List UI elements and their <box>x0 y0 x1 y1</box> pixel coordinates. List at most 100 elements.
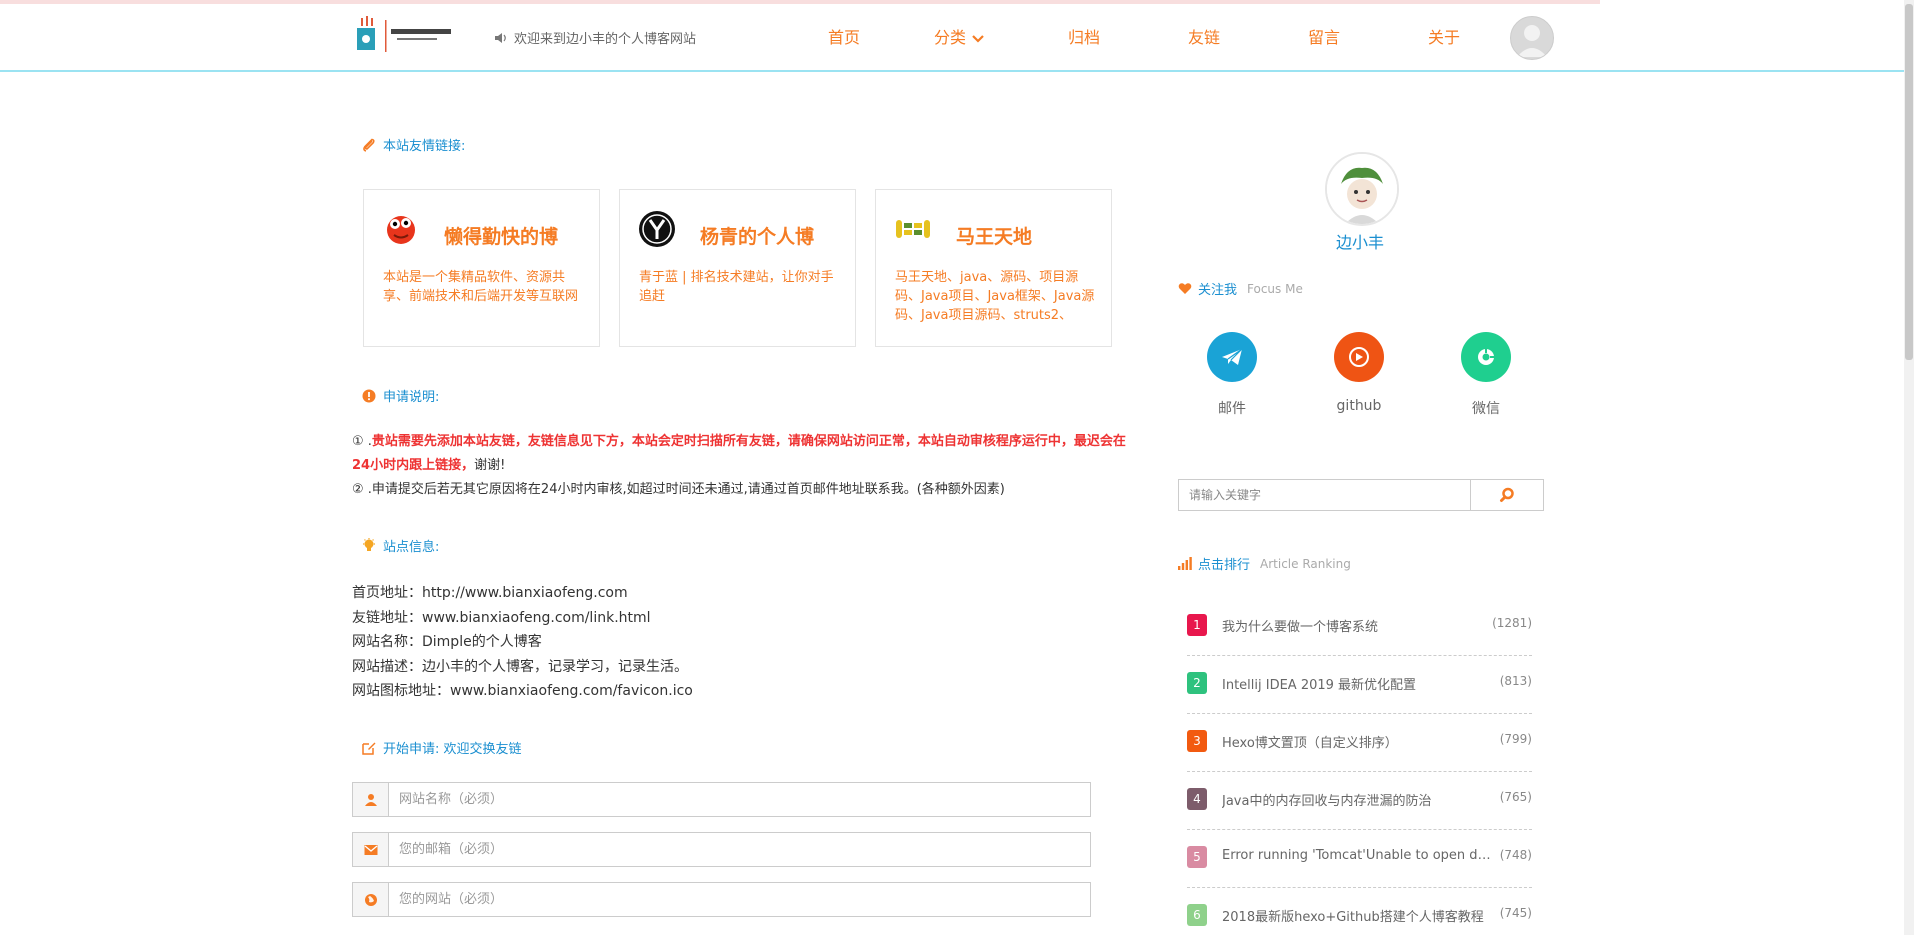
chevron-down-icon <box>972 34 984 43</box>
site-info-line: 网站名称：Dimple的个人博客 <box>352 634 542 650</box>
ranking-item[interactable]: 2 Intellij IDEA 2019 最新优化配置 (813) <box>1187 656 1532 714</box>
rank-number: 1 <box>1187 614 1207 636</box>
rank-number: 4 <box>1187 788 1207 810</box>
apply-note-2: ② .申请提交后若无其它原因将在24小时内审核,如超过时间还未通过,请通过首页邮… <box>352 482 1005 497</box>
friend-card-name: 杨青的个人博 <box>700 226 815 248</box>
info-icon <box>362 389 376 402</box>
ranking-item[interactable]: 1 我为什么要做一个博客系统 (1281) <box>1187 598 1532 656</box>
site-info-line: 网站图标地址：www.bianxiaofeng.com/favicon.ico <box>352 683 693 699</box>
rank-number: 3 <box>1187 730 1207 752</box>
website-field-icon-box <box>353 883 389 916</box>
email-field[interactable] <box>352 832 1091 867</box>
scrollbar[interactable] <box>1904 0 1914 935</box>
site-logo[interactable] <box>355 14 455 58</box>
welcome-notice: 欢迎来到边小丰的个人博客网站 <box>494 28 696 47</box>
social-wechat[interactable]: 微信 <box>1446 332 1526 418</box>
ranking-item[interactable]: 3 Hexo博文置顶（自定义排序） (799) <box>1187 714 1532 772</box>
profile-avatar[interactable] <box>1325 152 1399 226</box>
nav-category[interactable]: 分类 <box>934 24 984 48</box>
note-1-suffix: 谢谢! <box>474 458 506 473</box>
apply-form-title: 开始申请: 欢迎交换友链 <box>383 742 522 757</box>
friend-card-name: 马王天地 <box>956 226 1033 248</box>
mail-icon <box>1222 348 1243 365</box>
rank-count: (748) <box>1499 848 1532 862</box>
rank-count: (1281) <box>1492 616 1532 630</box>
logo-image <box>357 16 451 52</box>
rank-title: Intellij IDEA 2019 最新优化配置 <box>1222 678 1417 693</box>
site-info-list: 首页地址：http://www.bianxiaofeng.com 友链地址：ww… <box>352 581 693 704</box>
mawang-logo-icon <box>896 220 930 238</box>
site-info-title: 站点信息: <box>383 540 440 555</box>
site-info-line: 网站描述：边小丰的个人博客，记录学习，记录生活。 <box>352 658 688 675</box>
email-circle <box>1207 332 1257 382</box>
user-avatar[interactable] <box>1510 16 1554 60</box>
friend-card[interactable]: 马王天地 马王天地、java、源码、项目源码、Java项目、Java框架、Jav… <box>875 189 1112 347</box>
social-wechat-label: 微信 <box>1472 401 1500 417</box>
social-email[interactable]: 邮件 <box>1192 332 1272 418</box>
rank-count: (813) <box>1499 674 1532 688</box>
email-field-icon-box <box>353 833 389 866</box>
search-icon <box>1500 487 1514 502</box>
envelope-icon <box>364 844 377 855</box>
ranking-item[interactable]: 4 Java中的内存回收与内存泄漏的防治 (765) <box>1187 772 1532 830</box>
rank-number: 5 <box>1187 846 1207 868</box>
scrollbar-thumb[interactable] <box>1905 4 1913 360</box>
email-input[interactable] <box>389 833 1090 866</box>
rank-count: (765) <box>1499 790 1532 804</box>
rank-title: 我为什么要做一个博客系统 <box>1222 620 1379 635</box>
red-cartoon-icon <box>387 216 415 244</box>
user-field-icon-box <box>353 783 389 816</box>
ranking-item[interactable]: 6 2018最新版hexo+Github搭建个人博客教程 (745) <box>1187 888 1532 945</box>
friend-card-name: 懒得勤快的博 <box>444 226 559 248</box>
rank-title: Hexo博文置顶（自定义排序） <box>1222 736 1398 751</box>
header-bar: 欢迎来到边小丰的个人博客网站 首页 分类 归档 友链 留言 关于 <box>0 4 1904 72</box>
search-box[interactable] <box>1178 479 1544 511</box>
rank-number: 6 <box>1187 904 1207 926</box>
nav-archive[interactable]: 归档 <box>1068 24 1100 48</box>
github-circle <box>1334 332 1384 382</box>
social-github-label: github <box>1336 398 1382 414</box>
ranking-subtitle: Article Ranking <box>1260 556 1351 571</box>
nav-category-label: 分类 <box>934 28 967 47</box>
friend-card[interactable]: 懒得勤快的博 本站是一个集精品软件、资源共享、前端技术和后端开发等互联网 <box>363 189 600 347</box>
friend-card-desc: 青于蓝 | 排名技术建站，让你对手追赶 <box>639 270 834 304</box>
site-name-field[interactable] <box>352 782 1091 817</box>
site-name-input[interactable] <box>389 783 1090 816</box>
site-info-line: 友链地址：www.bianxiaofeng.com/link.html <box>352 609 651 626</box>
wechat-icon <box>1478 349 1494 365</box>
nav-home[interactable]: 首页 <box>828 24 860 48</box>
apply-form-heading: 开始申请: 欢迎交换友链 <box>362 738 522 757</box>
ranking-item[interactable]: 5 Error running 'Tomcat'Unable to open d… <box>1187 830 1532 888</box>
search-button[interactable] <box>1470 480 1543 510</box>
website-input[interactable] <box>389 883 1090 916</box>
rank-title: 2018最新版hexo+Github搭建个人博客教程 <box>1222 910 1484 925</box>
apply-note-1: ① .贵站需要先添加本站友链，友链信息见下方，本站会定时扫描所有友链，请确保网站… <box>352 430 1132 478</box>
nav-friend-links[interactable]: 友链 <box>1188 24 1220 48</box>
site-info-line: 首页地址：http://www.bianxiaofeng.com <box>352 585 628 601</box>
ranking-title: 点击排行 <box>1198 558 1251 573</box>
rank-title: Error running 'Tomcat'Unable to open deb… <box>1222 848 1494 863</box>
website-field[interactable] <box>352 882 1091 917</box>
ranking-heading: 点击排行 Article Ranking <box>1178 554 1351 573</box>
note-1-prefix: ① . <box>352 434 372 449</box>
search-input[interactable] <box>1179 480 1470 510</box>
github-icon <box>1349 347 1369 367</box>
wechat-circle <box>1461 332 1511 382</box>
nav-message[interactable]: 留言 <box>1308 24 1340 48</box>
globe-icon <box>364 893 377 906</box>
social-github[interactable]: github <box>1319 332 1399 414</box>
site-info-heading: 站点信息: <box>362 536 439 555</box>
lightbulb-icon <box>363 537 375 551</box>
nav-about[interactable]: 关于 <box>1428 24 1460 48</box>
follow-heading: 关注我 Focus Me <box>1178 279 1303 298</box>
edit-icon <box>362 742 376 755</box>
profile-name[interactable]: 边小丰 <box>1300 229 1420 253</box>
friend-card[interactable]: 杨青的个人博 青于蓝 | 排名技术建站，让你对手追赶 <box>619 189 856 347</box>
social-email-label: 邮件 <box>1218 401 1246 417</box>
apply-notes-title: 申请说明: <box>383 390 440 405</box>
bar-chart-icon <box>1178 557 1192 570</box>
user-silhouette-icon <box>1517 25 1547 57</box>
profile-avatar-image <box>1327 154 1397 224</box>
follow-title: 关注我 <box>1198 283 1238 298</box>
follow-subtitle: Focus Me <box>1247 281 1303 296</box>
